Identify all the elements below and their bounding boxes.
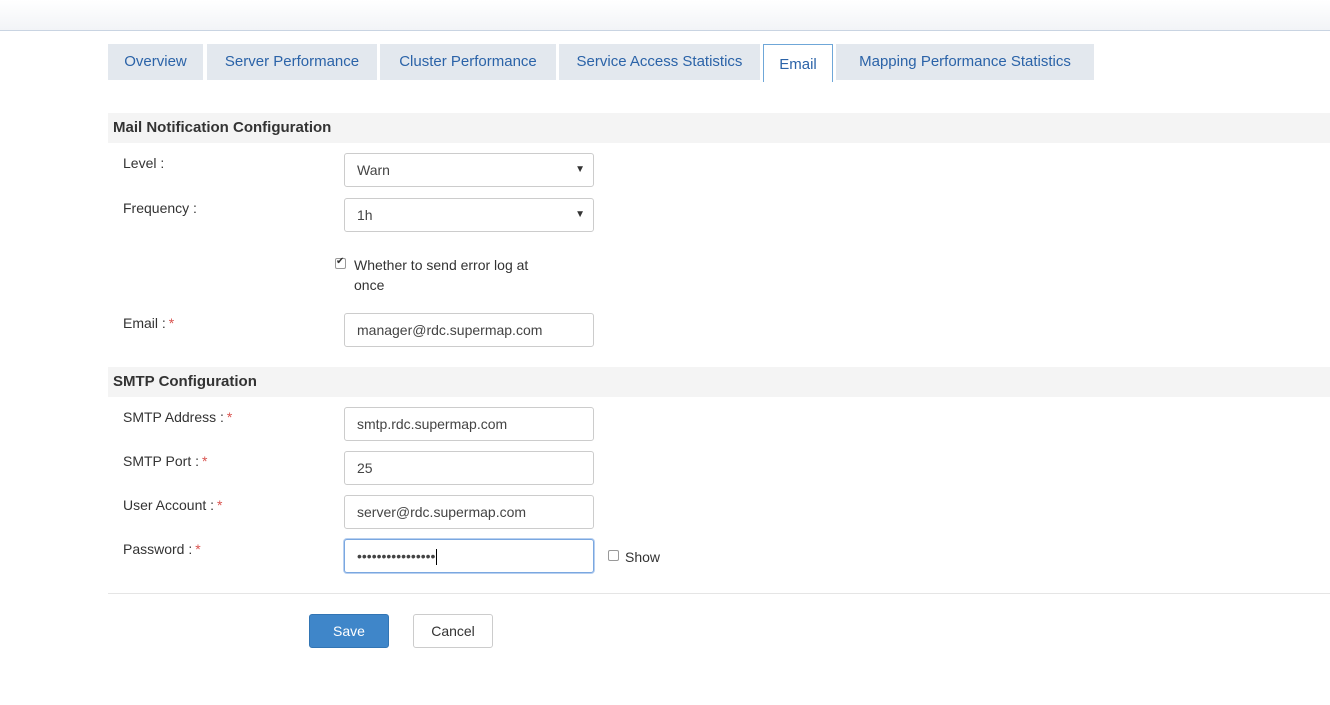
top-header-bar: [0, 0, 1330, 31]
tab-overview[interactable]: Overview: [108, 44, 203, 80]
cancel-button[interactable]: Cancel: [413, 614, 493, 648]
email-input[interactable]: manager@rdc.supermap.com: [344, 313, 594, 347]
frequency-label: Frequency :: [123, 200, 197, 216]
tab-server-performance[interactable]: Server Performance: [207, 44, 377, 80]
form-divider: [108, 593, 1330, 594]
smtp-address-label: SMTP Address : *: [123, 409, 233, 425]
user-account-input[interactable]: server@rdc.supermap.com: [344, 495, 594, 529]
show-password-label: Show: [625, 549, 661, 565]
tab-email[interactable]: Email: [763, 44, 833, 82]
email-label: Email : *: [123, 315, 175, 331]
password-label: Password : *: [123, 541, 201, 557]
chevron-down-icon: ▼: [575, 209, 585, 220]
level-select[interactable]: Warn ▼: [344, 153, 594, 187]
user-account-label: User Account : *: [123, 497, 223, 513]
text-cursor: [436, 549, 438, 566]
tab-cluster-performance[interactable]: Cluster Performance: [380, 44, 556, 80]
show-password-checkbox[interactable]: [608, 550, 619, 561]
save-button[interactable]: Save: [309, 614, 389, 648]
chevron-down-icon: ▼: [575, 164, 585, 175]
smtp-address-input[interactable]: smtp.rdc.supermap.com: [344, 407, 594, 441]
smtp-port-label: SMTP Port : *: [123, 453, 208, 469]
level-select-value: Warn: [357, 162, 390, 178]
send-error-log-checkbox[interactable]: [335, 256, 346, 269]
tab-mapping-performance-statistics[interactable]: Mapping Performance Statistics: [836, 44, 1094, 80]
smtp-port-input[interactable]: 25: [344, 451, 594, 485]
password-input[interactable]: ••••••••••••••••: [344, 539, 594, 573]
frequency-select-value: 1h: [357, 207, 373, 223]
send-error-log-label: Whether to send error log at once: [354, 257, 529, 293]
mail-notification-heading: Mail Notification Configuration: [108, 113, 1330, 143]
level-label: Level :: [123, 155, 165, 171]
smtp-config-heading: SMTP Configuration: [108, 367, 1330, 397]
tab-service-access-statistics[interactable]: Service Access Statistics: [559, 44, 760, 80]
frequency-select[interactable]: 1h ▼: [344, 198, 594, 232]
